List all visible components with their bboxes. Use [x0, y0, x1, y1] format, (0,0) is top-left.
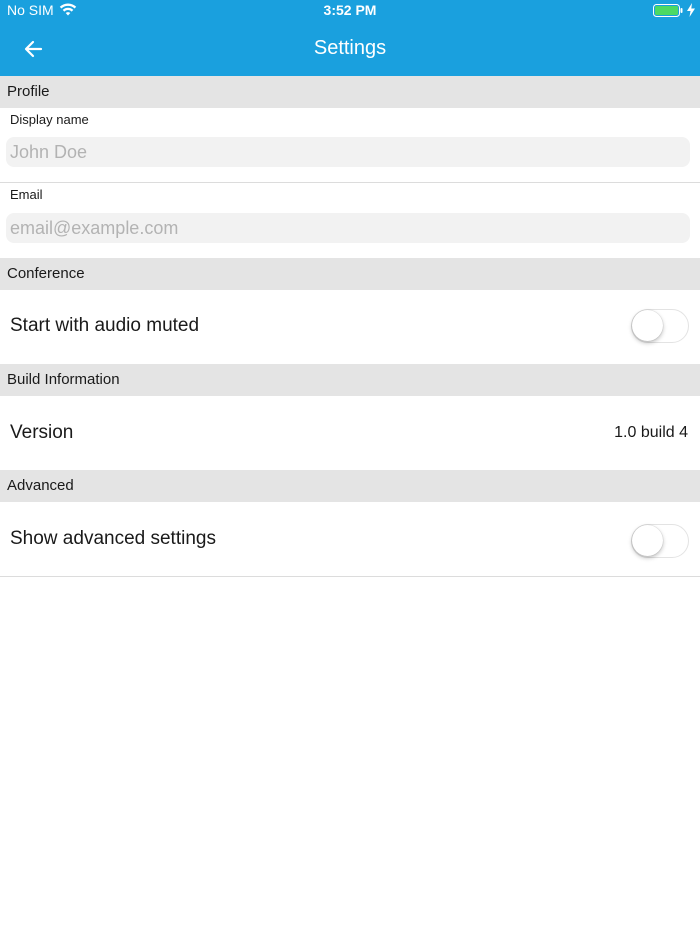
audio-muted-toggle[interactable] — [631, 309, 689, 343]
status-bar: No SIM 3:52 PM — [0, 0, 700, 22]
version-label: Version — [10, 422, 74, 443]
section-header-advanced: Advanced — [0, 470, 700, 502]
display-name-label: Display name — [10, 112, 89, 127]
toggle-knob — [632, 310, 663, 341]
section-title: Build Information — [7, 371, 120, 388]
clock: 3:52 PM — [323, 2, 377, 18]
battery-icon — [653, 4, 683, 17]
section-header-build: Build Information — [0, 364, 700, 396]
display-name-field[interactable] — [6, 137, 690, 167]
section-title: Advanced — [7, 477, 74, 494]
section-header-profile: Profile — [0, 76, 700, 108]
version-value: 1.0 build 4 — [614, 424, 688, 441]
divider — [0, 576, 700, 577]
email-field[interactable] — [6, 213, 690, 243]
show-advanced-label: Show advanced settings — [10, 528, 216, 549]
section-title: Conference — [7, 265, 85, 282]
divider — [0, 182, 700, 183]
email-label: Email — [10, 187, 43, 202]
toggle-knob — [632, 525, 663, 556]
audio-muted-label: Start with audio muted — [10, 315, 200, 336]
page-title: Settings — [313, 37, 387, 59]
top-bar: No SIM 3:52 PM Settings — [0, 0, 700, 76]
charging-bolt-icon — [687, 3, 695, 17]
show-advanced-toggle[interactable] — [631, 524, 689, 558]
section-title: Profile — [7, 83, 50, 100]
section-header-conference: Conference — [0, 258, 700, 290]
